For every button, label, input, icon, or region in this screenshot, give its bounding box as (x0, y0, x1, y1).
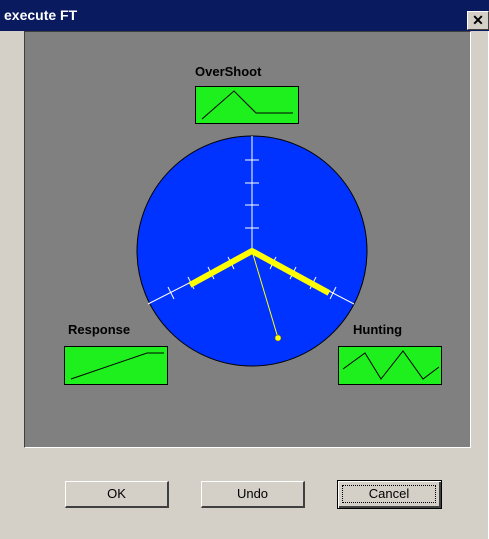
title-bar[interactable]: execute FT ✕ (0, 0, 489, 31)
cancel-button[interactable]: Cancel (337, 480, 442, 509)
hunting-label: Hunting (353, 322, 403, 337)
close-button[interactable]: ✕ (467, 11, 489, 30)
cancel-button-label: Cancel (368, 486, 410, 501)
window-title: execute FT (4, 7, 78, 23)
hunting-thumbnail[interactable] (338, 346, 442, 385)
overshoot-curve-icon (201, 90, 293, 120)
execute-ft-dialog: execute FT ✕ OverShoot Response Hunting (0, 0, 489, 539)
undo-button[interactable]: Undo (201, 481, 305, 508)
focus-rect: Cancel (342, 485, 436, 503)
undo-button-label: Undo (236, 486, 269, 501)
overshoot-thumbnail[interactable] (195, 86, 299, 124)
overshoot-label: OverShoot (195, 64, 262, 79)
response-thumbnail[interactable] (64, 346, 168, 385)
close-icon: ✕ (472, 12, 484, 28)
ok-button[interactable]: OK (65, 481, 169, 508)
response-curve-icon (70, 352, 164, 380)
hunting-curve-icon (342, 350, 440, 380)
ok-button-label: OK (107, 486, 126, 501)
response-label: Response (68, 322, 131, 337)
